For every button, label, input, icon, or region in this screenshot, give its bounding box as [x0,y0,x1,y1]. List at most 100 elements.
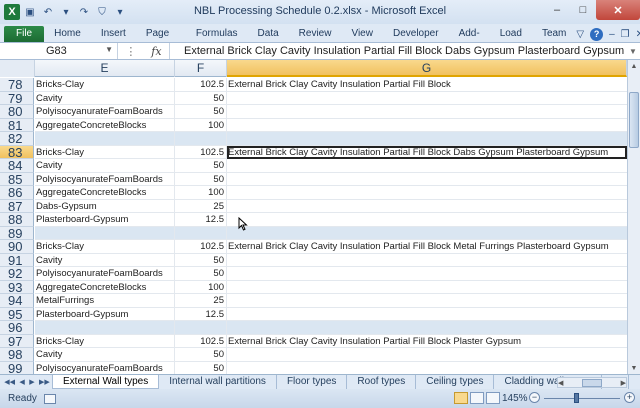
cell-e[interactable]: AggregateConcreteBlocks [35,118,175,132]
zoom-in-button[interactable]: + [624,392,635,403]
cell-g[interactable] [227,321,627,335]
save-icon[interactable]: ▣ [22,4,38,20]
row-header[interactable]: 81 [0,118,34,132]
cell-e[interactable]: Bricks-Clay [35,145,175,159]
scroll-left-icon[interactable]: ◀ [558,379,563,387]
row-header[interactable]: 91 [0,253,34,267]
cell-f[interactable]: 100 [175,186,227,200]
row-header[interactable]: 97 [0,334,34,348]
scroll-down-icon[interactable]: ▼ [628,362,640,374]
select-all-corner[interactable] [0,60,35,77]
row-header[interactable]: 99 [0,361,34,374]
workbook-close-icon[interactable]: ✕ [636,29,640,40]
sheet-tab-internal-wall-partitions[interactable]: Internal wall partitions [159,375,277,389]
scroll-up-icon[interactable]: ▲ [628,60,640,72]
cell-f[interactable]: 100 [175,118,227,132]
tab-home[interactable]: Home [44,26,91,42]
cell-e[interactable] [35,321,175,335]
cell-f[interactable]: 50 [175,172,227,186]
next-sheet-icon[interactable]: ▶ [29,378,34,386]
macro-record-icon[interactable] [44,393,56,404]
cell-f[interactable]: 102.5 [175,240,227,254]
cell-g[interactable] [227,348,627,362]
cell-e[interactable]: Dabs-Gypsum [35,199,175,213]
shield-icon[interactable]: ⛉ [94,4,110,20]
tab-add-ins[interactable]: Add-Ins [449,26,490,55]
ribbon-collapse-icon[interactable]: ▽ [576,29,584,40]
tab-team[interactable]: Team [532,26,576,42]
horizontal-scrollbar[interactable]: ◀ ▶ [557,377,627,388]
prev-sheet-icon[interactable]: ◀ [19,378,24,386]
cell-e[interactable]: Cavity [35,253,175,267]
minimize-button[interactable]: – [544,0,570,20]
column-header-f[interactable]: F [175,60,227,77]
row-header[interactable]: 90 [0,240,34,254]
cell-f[interactable] [175,132,227,146]
undo-dropdown-icon[interactable]: ▾ [58,4,74,20]
undo-icon[interactable]: ↶ [40,4,56,20]
cell-f[interactable]: 50 [175,105,227,119]
tab-page-layout[interactable]: Page Layout [136,26,186,55]
row-header[interactable]: 82 [0,132,34,146]
help-icon[interactable]: ? [590,27,604,41]
insert-function-button[interactable]: fx [151,45,161,58]
sheet-tab-ceiling-types[interactable]: Ceiling types [416,375,495,389]
vertical-scrollbar[interactable]: ▲ ▼ [627,60,640,374]
tab-formulas[interactable]: Formulas [186,26,248,42]
cell-e[interactable]: PolyisocyanurateFoamBoards [35,361,175,374]
cell-g[interactable] [227,213,627,227]
row-header[interactable]: 94 [0,294,34,308]
cell-f[interactable] [175,321,227,335]
tab-developer[interactable]: Developer [383,26,449,42]
cell-g[interactable] [227,200,627,213]
row-header[interactable]: 88 [0,213,34,227]
row-header[interactable]: 87 [0,199,34,213]
zoom-slider[interactable] [544,398,620,399]
workbook-minimize-icon[interactable]: – [609,29,615,40]
cell-g[interactable] [227,254,627,267]
scroll-thumb[interactable] [629,92,639,148]
active-cell[interactable]: External Brick Clay Cavity Insulation Pa… [227,145,627,159]
row-header[interactable]: 86 [0,186,34,200]
cell-g[interactable] [227,173,627,186]
row-header[interactable]: 92 [0,267,34,281]
tab-insert[interactable]: Insert [91,26,136,42]
cell-f[interactable]: 25 [175,294,227,308]
cell-g[interactable]: External Brick Clay Cavity Insulation Pa… [227,240,627,254]
cell-e[interactable]: Bricks-Clay [35,334,175,348]
sheet-tab-floor-types[interactable]: Floor types [277,375,348,389]
excel-logo-icon[interactable]: X [4,4,20,20]
cell-e[interactable]: Plasterboard-Gypsum [35,307,175,321]
scroll-right-icon[interactable]: ▶ [621,379,626,387]
cell-f[interactable]: 50 [175,253,227,267]
cell-g[interactable] [227,308,627,321]
horizontal-scroll-thumb[interactable] [582,378,602,387]
cell-e[interactable]: Bricks-Clay [35,78,175,92]
zoom-slider-thumb[interactable] [574,393,579,403]
maximize-button[interactable]: □ [570,0,596,20]
cell-f[interactable]: 50 [175,361,227,374]
row-header[interactable]: 84 [0,159,34,173]
row-header[interactable]: 98 [0,348,34,362]
redo-icon[interactable]: ↷ [76,4,92,20]
column-header-g[interactable]: G [227,60,627,77]
row-header[interactable]: 80 [0,105,34,119]
cell-g[interactable]: External Brick Clay Cavity Insulation Pa… [227,78,627,92]
cell-g[interactable] [227,226,627,240]
cell-g[interactable] [227,281,627,294]
cell-f[interactable]: 102.5 [175,145,227,159]
row-header[interactable]: 85 [0,172,34,186]
cell-g[interactable] [227,186,627,200]
cell-f[interactable]: 100 [175,280,227,294]
tab-review[interactable]: Review [289,26,342,42]
cell-e[interactable]: Cavity [35,159,175,173]
page-layout-view-icon[interactable] [470,392,484,404]
cell-e[interactable]: Bricks-Clay [35,240,175,254]
row-header[interactable]: 93 [0,280,34,294]
tab-data[interactable]: Data [248,26,289,42]
row-header[interactable]: 89 [0,226,34,240]
column-header-e[interactable]: E [35,60,175,77]
last-sheet-icon[interactable]: ▶▶ [39,378,50,386]
page-break-view-icon[interactable] [486,392,500,404]
tab-view[interactable]: View [341,26,383,42]
